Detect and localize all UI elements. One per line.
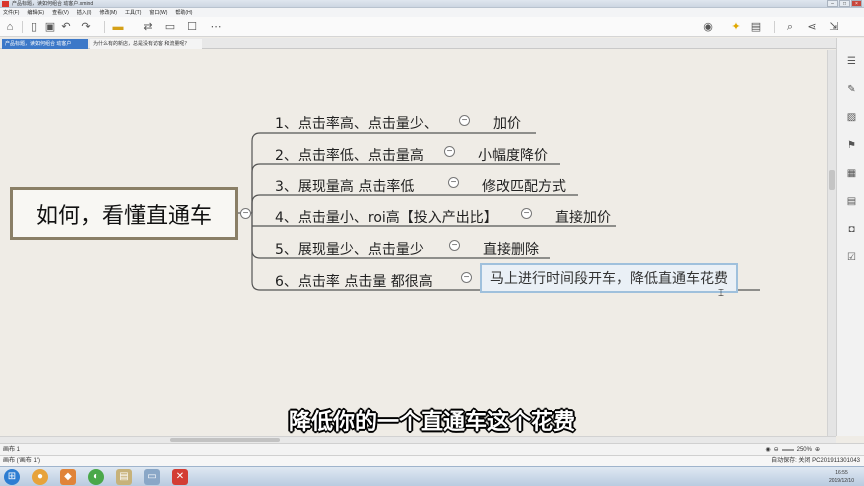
chrome-icon[interactable]: ●	[32, 469, 48, 485]
branch-topic-2[interactable]: 2、点击率低、点击量高	[275, 145, 424, 165]
collapse-icon[interactable]: −	[444, 146, 455, 157]
system-clock: 16:55 2019/12/10	[829, 469, 854, 485]
start-button-icon[interactable]: ⊞	[4, 469, 20, 485]
branch-topic-4[interactable]: 4、点击量小、roi高【投入产出比】	[275, 207, 498, 227]
window-icon[interactable]: ▭	[144, 469, 160, 485]
collapse-icon[interactable]: −	[459, 115, 470, 126]
browser-icon[interactable]: ◆	[60, 469, 76, 485]
zoom-slider[interactable]	[781, 449, 794, 451]
status-bar: 画布 ('画布 1') 自动保存: 关闭 PC201911301043	[0, 455, 864, 466]
subtopic-3[interactable]: 修改匹配方式	[482, 176, 566, 196]
subtopic-6-selected[interactable]: 马上进行时间段开车，降低直通车花费	[480, 263, 738, 293]
eye-icon[interactable]: ◉	[765, 445, 770, 455]
collapse-icon[interactable]: −	[521, 208, 532, 219]
branch-topic-6[interactable]: 6、点击率 点击量 都很高	[275, 271, 433, 291]
subtopic-1[interactable]: 加价	[493, 113, 521, 133]
file-explorer-icon[interactable]: ▤	[116, 469, 132, 485]
horizontal-scrollbar[interactable]	[0, 436, 836, 443]
sheet-tab[interactable]: 画布 1	[3, 445, 20, 455]
os-taskbar: ⊞ ● ◆ ◐ ▤ ▭ ✕ 16:55 2019/12/10	[0, 466, 864, 486]
clock-date: 2019/12/10	[828, 478, 854, 484]
branch-topic-3[interactable]: 3、展现量高 点击率低	[275, 176, 414, 196]
zoom-level: 250%	[796, 447, 812, 453]
zoom-out-icon[interactable]: ⊖	[774, 445, 779, 455]
horizontal-scroll-thumb[interactable]	[170, 438, 280, 442]
collapse-icon[interactable]: −	[449, 240, 460, 251]
collapse-icon[interactable]: −	[240, 208, 251, 219]
branch-topic-5[interactable]: 5、展现量少、点击量少	[275, 239, 424, 259]
sheet-bar: 画布 1 ◉ ⊖ 250% ⊕	[0, 443, 864, 455]
clock-time: 16:55	[835, 470, 848, 476]
mouse-cursor-icon: ⌶	[718, 288, 724, 299]
zoom-control: ◉ ⊖ 250% ⊕	[765, 445, 820, 455]
xmind-taskbar-icon[interactable]: ✕	[172, 469, 188, 485]
app-icon-green[interactable]: ◐	[88, 469, 104, 485]
zoom-in-icon[interactable]: ⊕	[815, 445, 820, 455]
subtopic-4[interactable]: 直接加价	[555, 207, 611, 227]
branch-topic-1[interactable]: 1、点击率高、点击量少、	[275, 113, 438, 133]
collapse-icon[interactable]: −	[461, 272, 472, 283]
collapse-icon[interactable]: −	[448, 177, 459, 188]
central-topic[interactable]: 如何，看懂直通车	[10, 187, 238, 240]
subtopic-2[interactable]: 小幅度降价	[478, 145, 548, 165]
video-caption: 降低你的一个直通车这个花费	[288, 410, 575, 435]
subtopic-5[interactable]: 直接删除	[483, 239, 539, 259]
